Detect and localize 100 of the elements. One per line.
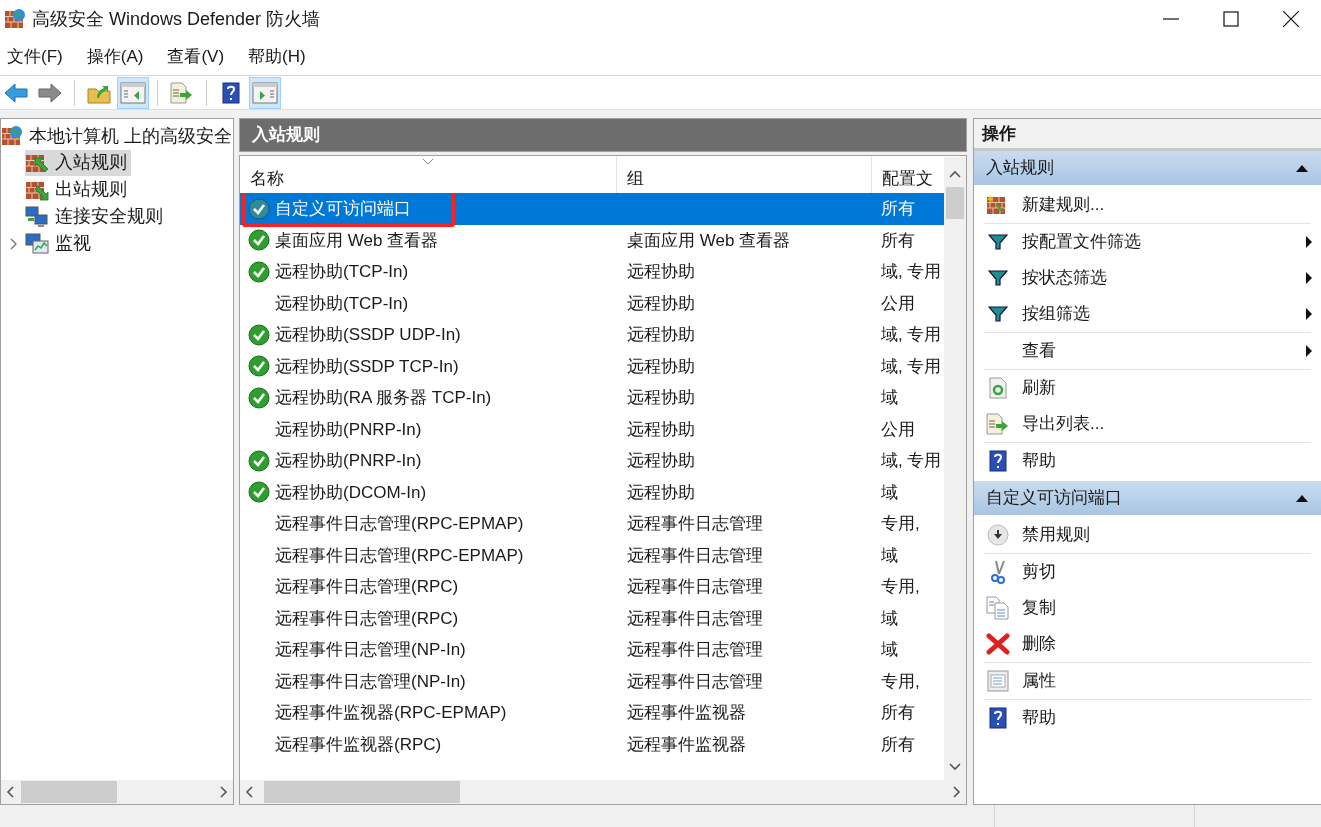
- table-cell-text: 远程协助(PNRP-In): [275, 450, 422, 472]
- scrollbar-thumb[interactable]: [946, 187, 964, 219]
- tree-item[interactable]: 本地计算机 上的高级安全: [29, 122, 232, 150]
- help-icon: [989, 707, 1007, 729]
- scrollbar-thumb[interactable]: [264, 781, 460, 803]
- table-row[interactable]: 远程事件日志管理(RPC-EPMAP) 远程事件日志管理 域: [240, 539, 944, 571]
- table-row[interactable]: 自定义可访问端口 所有: [240, 193, 944, 225]
- menu-item[interactable]: 查看(V): [162, 43, 230, 70]
- table-cell-text: 远程事件日志管理(RPC-EPMAP): [275, 513, 524, 535]
- action-item[interactable]: 帮助: [974, 443, 1321, 479]
- table-cell-text: 远程事件监视器(RPC): [275, 733, 442, 756]
- action-item[interactable]: 帮助: [974, 700, 1321, 736]
- menu-item[interactable]: 操作(A): [81, 43, 149, 70]
- table-row[interactable]: 远程事件监视器(RPC-EPMAP) 远程事件监视器 所有: [240, 697, 944, 729]
- firewall-globe-icon: [4, 8, 26, 30]
- table-cell: 远程事件监视器: [627, 703, 746, 722]
- action-item[interactable]: 复制: [974, 590, 1321, 626]
- table-row[interactable]: 远程事件监视器(RPC) 远程事件监视器 所有: [240, 728, 944, 760]
- funnel-icon: [988, 269, 1008, 287]
- table-cell: 远程协助: [627, 325, 695, 344]
- funnel-icon: [988, 233, 1008, 251]
- action-item[interactable]: 按组筛选: [974, 296, 1321, 332]
- tree-item[interactable]: 入站规则: [25, 149, 131, 176]
- column-header[interactable]: 配置文: [872, 156, 940, 193]
- table-cell: 域: [881, 545, 898, 565]
- action-item[interactable]: 禁用规则: [974, 517, 1321, 553]
- table-cell: 所有: [881, 734, 915, 754]
- table-cell: 专用,: [881, 514, 920, 533]
- table-cell: 远程事件日志管理: [627, 577, 763, 596]
- chevron-right-icon[interactable]: [8, 237, 18, 250]
- table-cell: 所有: [881, 703, 915, 722]
- table-cell: 专用,: [881, 577, 920, 596]
- help-icon: [989, 450, 1007, 472]
- table-row[interactable]: 远程事件日志管理(RPC) 远程事件日志管理 域: [240, 602, 944, 634]
- tree-item[interactable]: 出站规则: [25, 176, 131, 203]
- table-cell: 公用: [881, 293, 915, 313]
- table-cell-text: 远程协助(SSDP TCP-In): [275, 355, 459, 378]
- table-row[interactable]: 远程协助(TCP-In) 远程协助 公用: [240, 287, 944, 319]
- pane-title: 入站规则: [252, 124, 320, 147]
- menu-item[interactable]: 帮助(H): [243, 43, 311, 70]
- action-item[interactable]: 刷新: [974, 370, 1321, 406]
- table-cell: 远程协助: [627, 451, 695, 470]
- action-item[interactable]: 按状态筛选: [974, 260, 1321, 296]
- action-item[interactable]: 查看: [974, 333, 1321, 369]
- down-arrow-circle-icon: [987, 524, 1009, 546]
- section-header[interactable]: 自定义可访问端口: [974, 481, 1321, 515]
- action-item[interactable]: 删除: [974, 626, 1321, 662]
- table-row[interactable]: 远程事件日志管理(NP-In) 远程事件日志管理 专用,: [240, 665, 944, 697]
- section-header[interactable]: 入站规则: [974, 151, 1321, 185]
- tree-item[interactable]: 连接安全规则: [25, 203, 167, 230]
- tree-item[interactable]: 监视: [25, 230, 95, 257]
- properties-window-icon: [987, 670, 1009, 692]
- action-item[interactable]: 属性: [974, 663, 1321, 699]
- table-row[interactable]: 远程协助(DCOM-In) 远程协助 域: [240, 476, 944, 508]
- table-cell-text: 桌面应用 Web 查看器: [275, 229, 439, 252]
- pane-toggle-icon[interactable]: [249, 76, 281, 109]
- table-cell: 远程事件日志管理: [627, 608, 763, 628]
- horizontal-scrollbar[interactable]: [1, 780, 233, 804]
- table-cell: 域: [881, 388, 898, 407]
- table-row[interactable]: 远程协助(PNRP-In) 远程协助 域, 专用: [240, 445, 944, 477]
- table-row[interactable]: 远程协助(RA 服务器 TCP-In) 远程协助 域: [240, 382, 944, 414]
- monitor-chart-icon: [25, 232, 49, 255]
- table-cell: 专用,: [881, 671, 920, 691]
- funnel-icon: [988, 305, 1008, 323]
- close-icon[interactable]: [1283, 11, 1299, 27]
- table-row[interactable]: 远程事件日志管理(RPC) 远程事件日志管理 专用,: [240, 571, 944, 603]
- table-row[interactable]: 远程事件日志管理(RPC-EPMAP) 远程事件日志管理 专用,: [240, 508, 944, 540]
- table-cell-text: 远程事件日志管理(RPC): [275, 607, 459, 630]
- table-row[interactable]: 远程协助(SSDP TCP-In) 远程协助 域, 专用: [240, 350, 944, 382]
- table-row[interactable]: 远程协助(SSDP UDP-In) 远程协助 域, 专用: [240, 319, 944, 351]
- table-row[interactable]: 远程协助(TCP-In) 远程协助 域, 专用: [240, 256, 944, 288]
- table-cell: 远程协助: [627, 293, 695, 313]
- refresh-icon: [989, 377, 1007, 399]
- table-cell: 远程事件日志管理: [627, 671, 763, 691]
- table-row[interactable]: 远程事件日志管理(NP-In) 远程事件日志管理 域: [240, 634, 944, 666]
- action-item[interactable]: 剪切: [974, 554, 1321, 590]
- horizontal-scrollbar[interactable]: [240, 780, 966, 804]
- table-cell: 域: [881, 608, 898, 628]
- table-cell: 远程协助: [627, 482, 695, 502]
- menu-item[interactable]: 文件(F): [2, 43, 68, 70]
- table-row[interactable]: 桌面应用 Web 查看器 桌面应用 Web 查看器 所有: [240, 224, 944, 256]
- action-item[interactable]: 按配置文件筛选: [974, 224, 1321, 260]
- action-item[interactable]: 导出列表...: [974, 406, 1321, 442]
- table-cell: 远程协助: [627, 356, 695, 376]
- scrollbar-thumb[interactable]: [21, 781, 117, 803]
- table-cell: 所有: [881, 199, 915, 218]
- sort-caret-icon: [422, 158, 434, 166]
- action-item[interactable]: 新建规则...: [974, 187, 1321, 223]
- pane-toggle-icon[interactable]: [117, 76, 149, 109]
- table-cell: 远程协助: [627, 388, 695, 407]
- table-cell: 域: [881, 482, 898, 502]
- table-cell: 远程协助: [627, 419, 695, 439]
- vertical-scrollbar[interactable]: [944, 157, 966, 780]
- table-cell-text: 远程协助(TCP-In): [275, 292, 409, 315]
- table-cell-text: 远程协助(DCOM-In): [275, 481, 427, 504]
- table-row[interactable]: 远程协助(PNRP-In) 远程协助 公用: [240, 413, 944, 445]
- table-cell: 远程事件日志管理: [627, 545, 763, 565]
- firewall-globe-icon: [1, 125, 23, 147]
- table-cell-text: 远程协助(TCP-In): [275, 261, 409, 283]
- maximize-icon[interactable]: [1223, 11, 1239, 27]
